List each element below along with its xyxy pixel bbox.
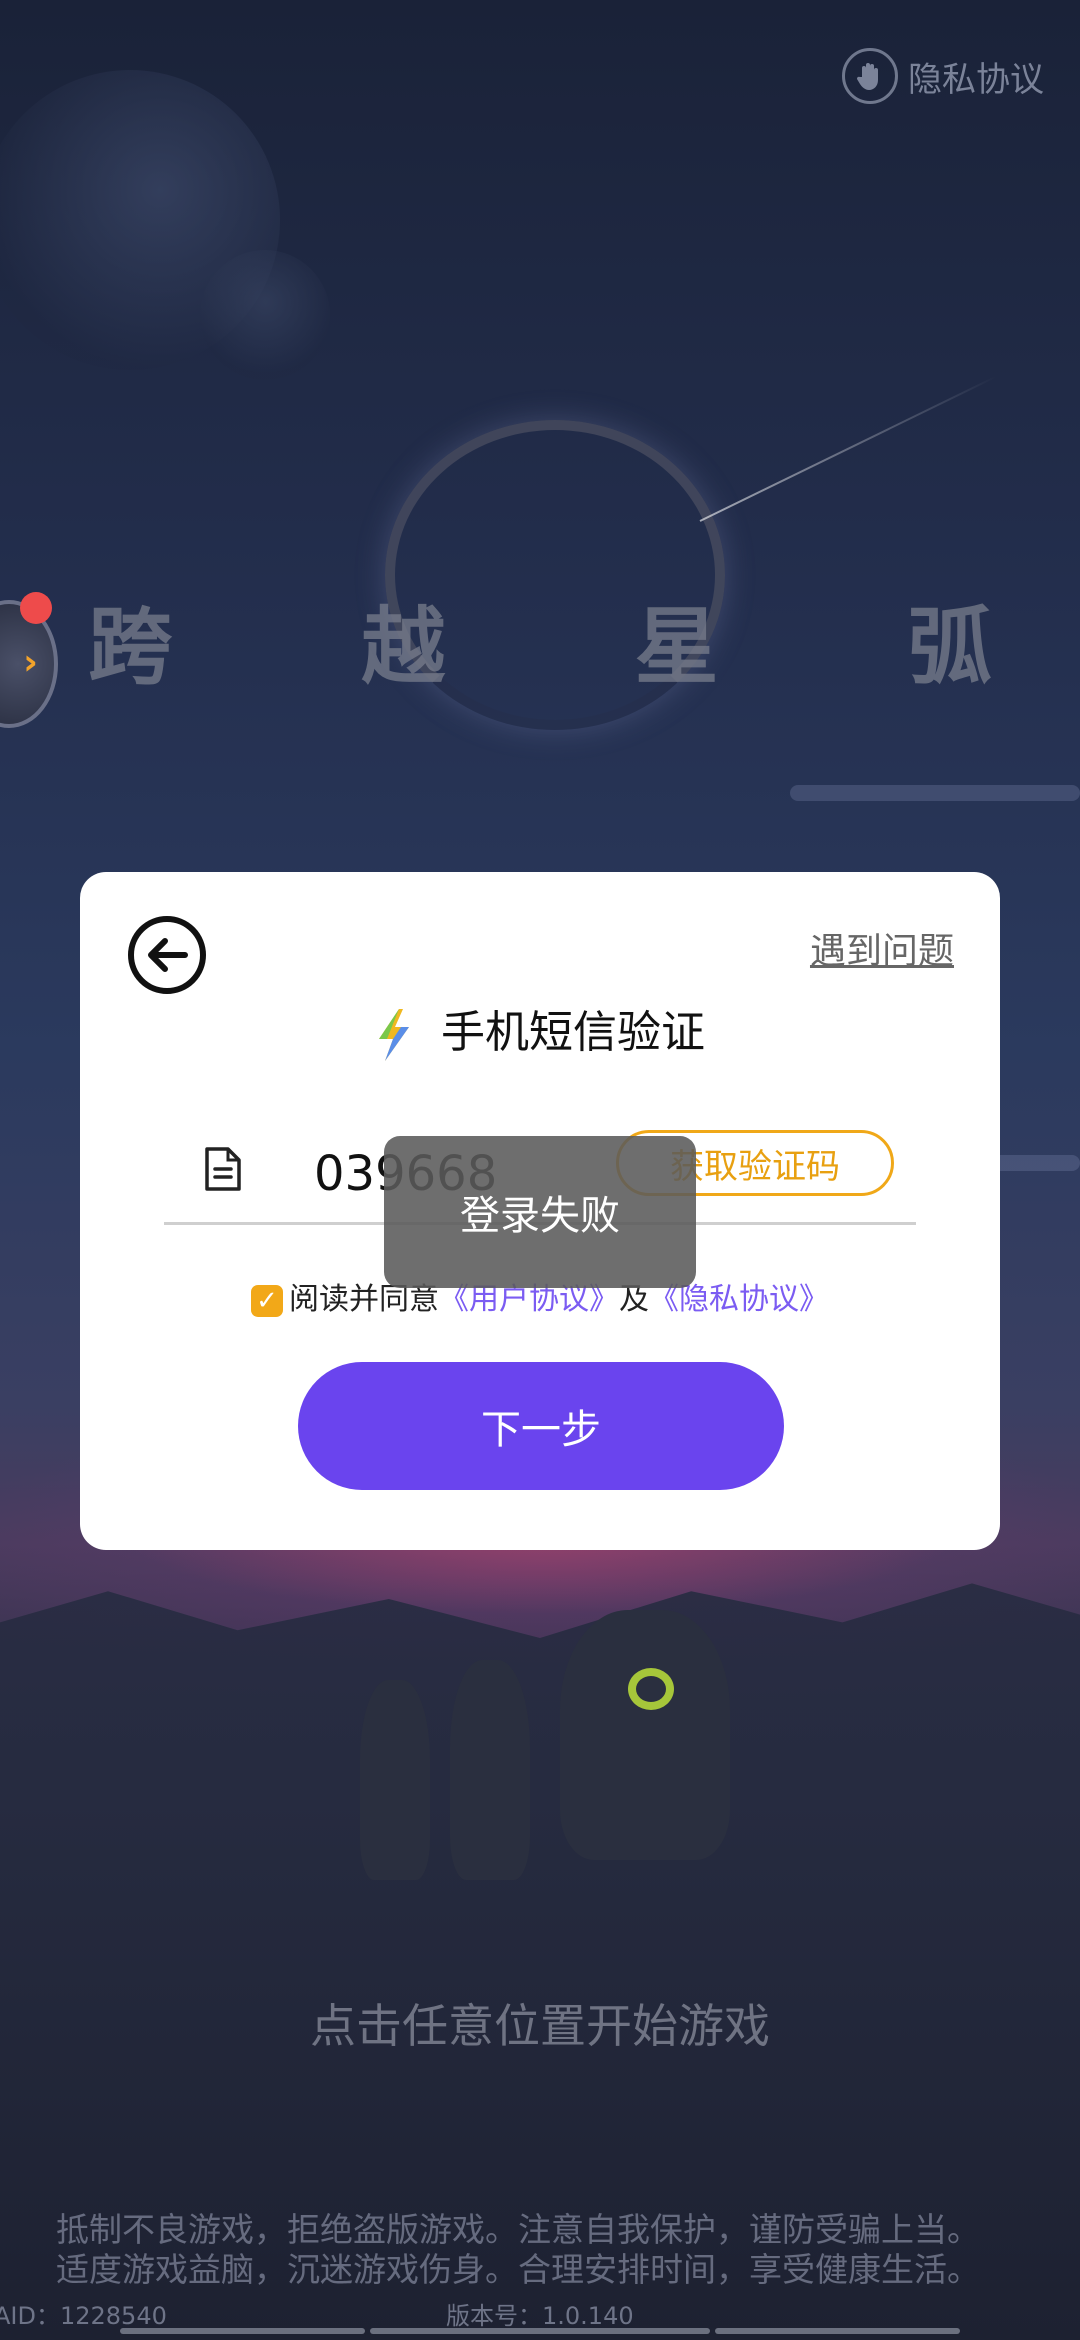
hand-icon (842, 48, 898, 104)
document-icon (205, 1147, 241, 1191)
privacy-policy-label: 隐私协议 (908, 59, 1044, 100)
chevron-right-icon: › (23, 642, 38, 683)
next-step-button[interactable]: 下一步 (298, 1362, 784, 1490)
game-title: 跨 越 星 弧 (88, 597, 1072, 696)
start-game-hint[interactable]: 点击任意位置开始游戏 (0, 1990, 1080, 2056)
version-text: 版本号：1.0.140 (446, 2302, 634, 2330)
character-silhouette (450, 1660, 530, 1880)
privacy-policy-button[interactable]: 隐私协议 (842, 48, 1044, 104)
robot-eye (628, 1668, 674, 1710)
character-silhouette (360, 1680, 430, 1880)
login-failed-toast: 登录失败 (384, 1136, 696, 1288)
home-indicator (370, 2328, 710, 2334)
aid-text: AID：1228540 (0, 2302, 167, 2330)
health-notice: 抵制不良游戏，拒绝盗版游戏。注意自我保护，谨防受骗上当。 适度游戏益脑，沉迷游戏… (56, 2210, 980, 2290)
health-notice-line: 抵制不良游戏，拒绝盗版游戏。注意自我保护，谨防受骗上当。 (56, 2210, 980, 2249)
planet-decoration-small (200, 250, 330, 380)
dialog-title-text: 手机短信验证 (441, 1007, 705, 1058)
arrow-left-icon (148, 938, 188, 972)
dialog-title: 手机短信验证 (80, 996, 1000, 1061)
home-indicator (715, 2328, 960, 2334)
notification-badge (20, 592, 52, 624)
cloud-decoration (790, 785, 1080, 801)
agree-checkbox[interactable]: ✓ (251, 1284, 283, 1317)
help-link[interactable]: 遇到问题 (810, 922, 954, 974)
back-button[interactable] (128, 916, 206, 994)
home-indicator (120, 2328, 365, 2334)
lightning-bolt-icon (379, 1009, 409, 1061)
health-notice-line: 适度游戏益脑，沉迷游戏伤身。合理安排时间，享受健康生活。 (56, 2250, 980, 2289)
robot-silhouette (560, 1610, 730, 1860)
